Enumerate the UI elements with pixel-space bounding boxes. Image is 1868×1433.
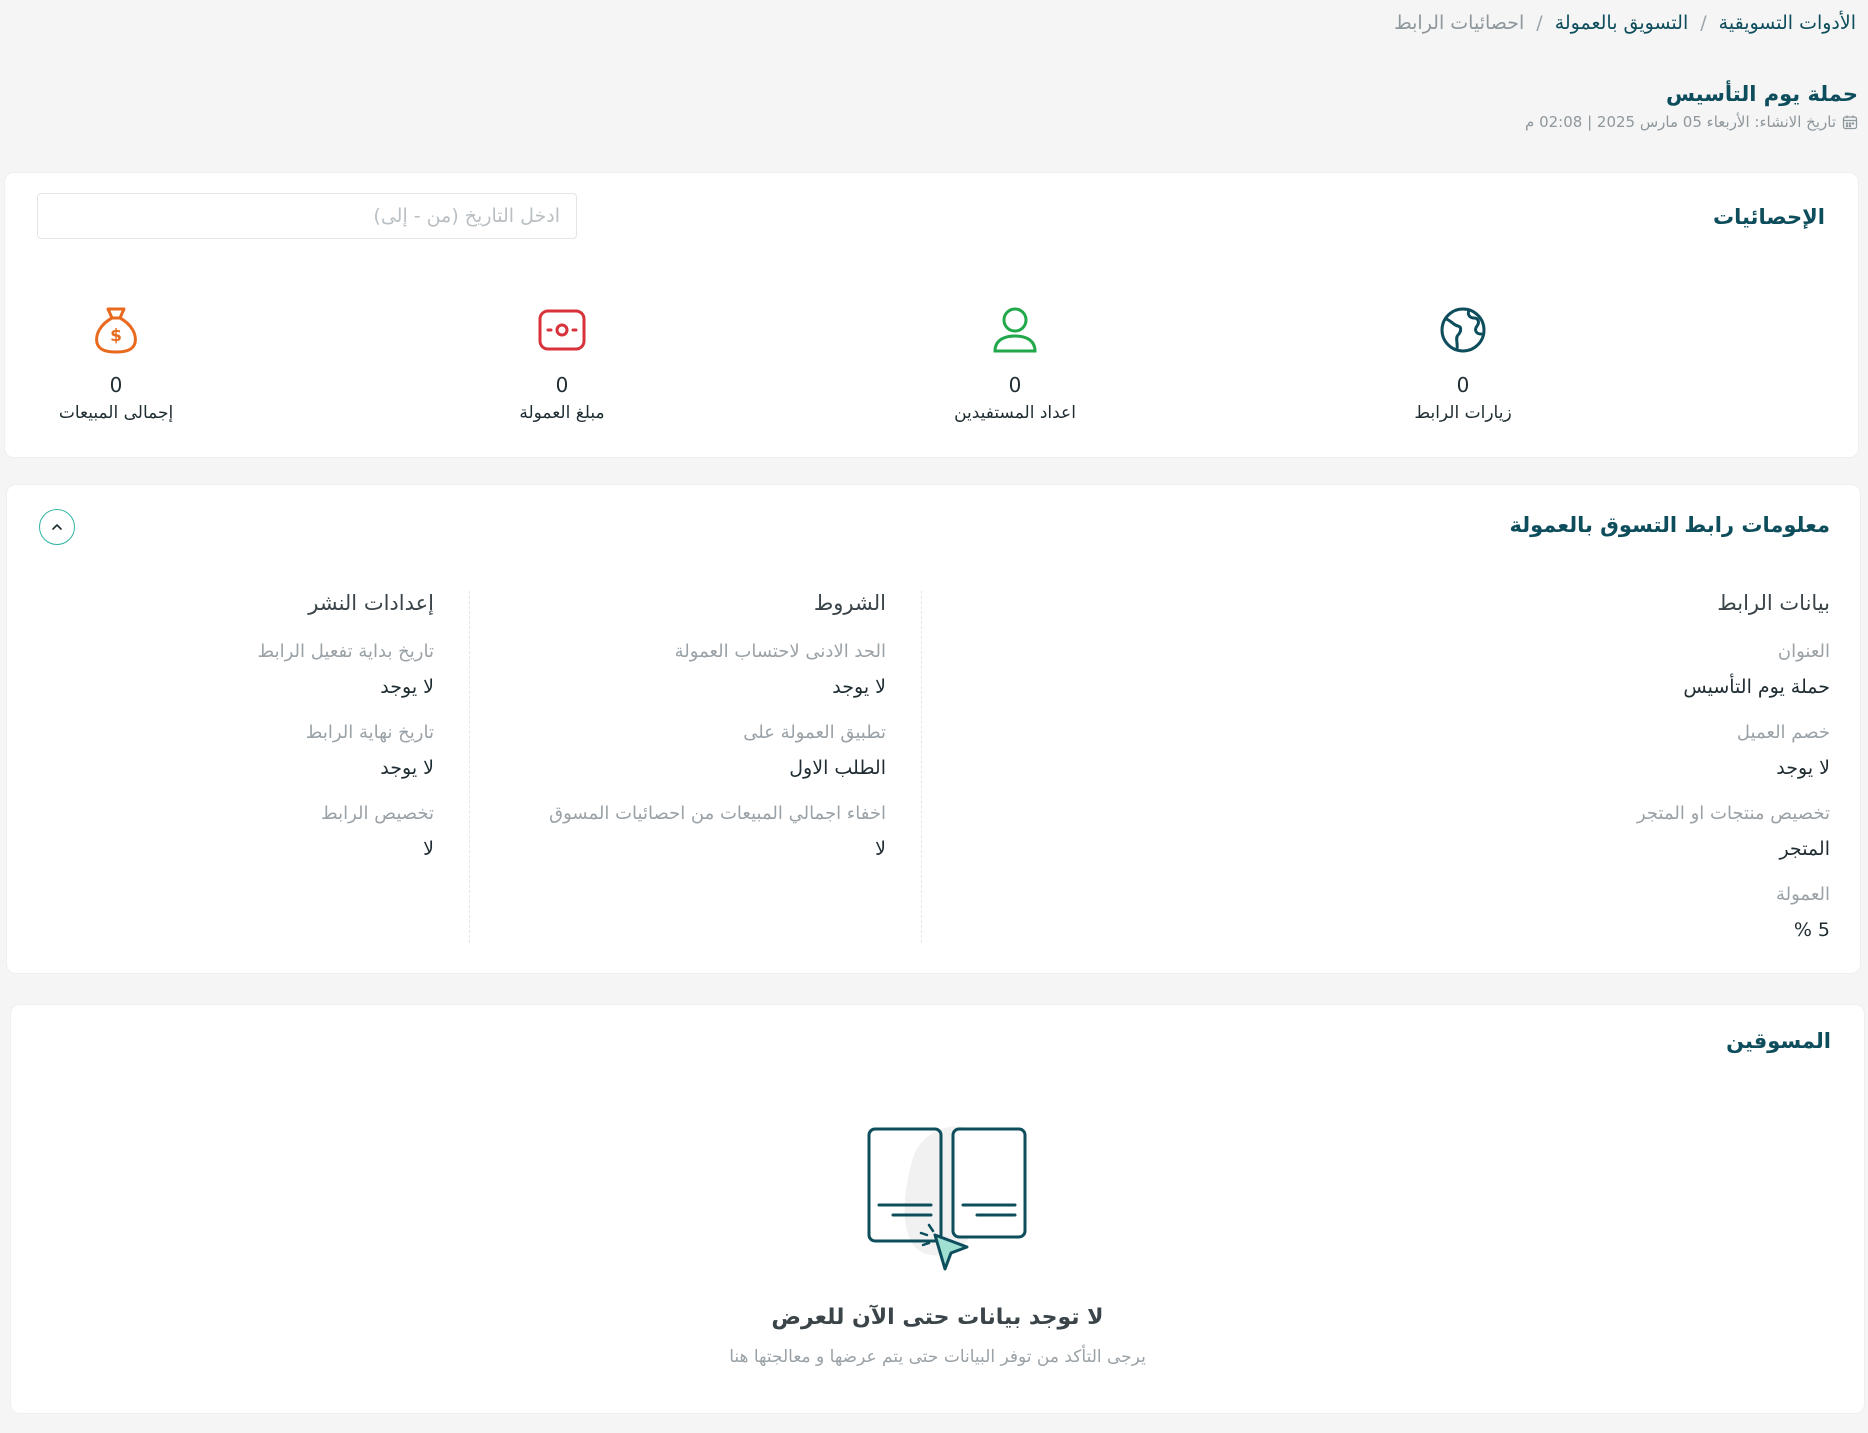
empty-state-illustration (867, 1126, 1027, 1271)
stat-value: 0 (109, 373, 123, 397)
stat-commission-amount: 0 مبلغ العمولة (432, 301, 692, 423)
link-data-heading: بيانات الرابط (1717, 591, 1830, 615)
column-divider (469, 591, 470, 943)
field-label: العنوان (1777, 641, 1830, 662)
field-value: الطلب الاول (789, 757, 886, 779)
svg-text:$: $ (110, 326, 122, 346)
field-value: لا يوجد (380, 676, 434, 698)
conditions-heading: الشروط (813, 591, 886, 615)
breadcrumb-current: احصائيات الرابط (1394, 12, 1525, 34)
field-label: اخفاء اجمالي المبيعات من احصائيات المسوق (549, 803, 886, 824)
publish-settings-column: إعدادات النشر تاريخ بداية تفعيل الرابط ل… (74, 591, 434, 884)
field-value: لا يوجد (832, 676, 886, 698)
column-divider (921, 591, 922, 943)
created-date: تاريخ الانشاء: الأربعاء 05 مارس 2025 | 0… (1525, 113, 1858, 131)
user-icon (993, 307, 1037, 353)
field-label: تخصيص منتجات او المتجر (1636, 803, 1830, 824)
field-label: العمولة (1775, 884, 1830, 905)
created-date-text: تاريخ الانشاء: الأربعاء 05 مارس 2025 | 0… (1525, 113, 1836, 131)
stat-beneficiaries: 0 اعداد المستفيدين (885, 301, 1145, 423)
marketers-title: المسوقين (1726, 1029, 1831, 1053)
statistics-title: الإحصائيات (1713, 205, 1825, 229)
field-value: حملة يوم التأسيس (1683, 676, 1830, 698)
stat-total-sales: $ 0 إجمالى المبيعات (0, 301, 246, 423)
stat-label: مبلغ العمولة (519, 403, 605, 423)
affiliate-link-info-title: معلومات رابط التسوق بالعمولة (1509, 513, 1830, 537)
stat-label: إجمالى المبيعات (58, 403, 174, 423)
breadcrumb-marketing-tools[interactable]: الأدوات التسويقية (1719, 12, 1856, 34)
stat-link-visits: 0 زيارات الرابط (1333, 301, 1593, 423)
page-title: حملة يوم التأسيس (1665, 82, 1858, 106)
date-range-input[interactable] (37, 193, 577, 239)
collapse-button[interactable] (39, 509, 75, 545)
breadcrumb-separator: / (1536, 12, 1543, 34)
stat-value: 0 (1456, 373, 1470, 397)
calendar-icon (1842, 115, 1858, 130)
cash-icon (538, 309, 586, 351)
field-value: لا (423, 838, 434, 860)
publish-settings-heading: إعدادات النشر (308, 591, 434, 615)
field-value: المتجر (1779, 838, 1830, 860)
field-label: تاريخ بداية تفعيل الرابط (257, 641, 434, 662)
stat-value: 0 (555, 373, 569, 397)
marketers-card: المسوقين لا توجد بيانات حتى الآن للعرض ي… (10, 1004, 1865, 1414)
link-data-column: بيانات الرابط العنوان حملة يوم التأسيس خ… (1410, 591, 1830, 965)
breadcrumb-separator: / (1700, 12, 1707, 34)
stat-label: زيارات الرابط (1414, 403, 1512, 423)
field-value: 5 % (1793, 919, 1830, 941)
field-value: لا يوجد (380, 757, 434, 779)
statistics-card: الإحصائيات 0 زيارات الرابط 0 اعداد (4, 172, 1859, 458)
breadcrumb: الأدوات التسويقية / التسويق بالعمولة / ا… (1394, 12, 1856, 34)
chevron-up-icon (52, 524, 62, 530)
field-label: تخصيص الرابط (321, 803, 434, 824)
field-label: الحد الادنى لاحتساب العمولة (674, 641, 886, 662)
empty-state-title: لا توجد بيانات حتى الآن للعرض (771, 1305, 1104, 1330)
field-value: لا يوجد (1776, 757, 1830, 779)
field-label: تاريخ نهاية الرابط (305, 722, 434, 743)
affiliate-link-info-card: معلومات رابط التسوق بالعمولة بيانات الرا… (6, 484, 1861, 974)
field-label: تطبيق العمولة على (743, 722, 886, 743)
field-value: لا (875, 838, 886, 860)
empty-state-subtitle: يرجى التأكد من توفر البيانات حتى يتم عرض… (729, 1347, 1146, 1367)
conditions-column: الشروط الحد الادنى لاحتساب العمولة لا يو… (486, 591, 886, 884)
stat-value: 0 (1008, 373, 1022, 397)
globe-icon (1440, 307, 1486, 353)
field-label: خصم العميل (1736, 722, 1830, 743)
money-bag-icon: $ (95, 307, 137, 354)
stats-row: 0 زيارات الرابط 0 اعداد المستفيدين 0 مبل… (5, 301, 1858, 431)
breadcrumb-affiliate-marketing[interactable]: التسويق بالعمولة (1555, 12, 1689, 34)
stat-label: اعداد المستفيدين (954, 403, 1076, 423)
